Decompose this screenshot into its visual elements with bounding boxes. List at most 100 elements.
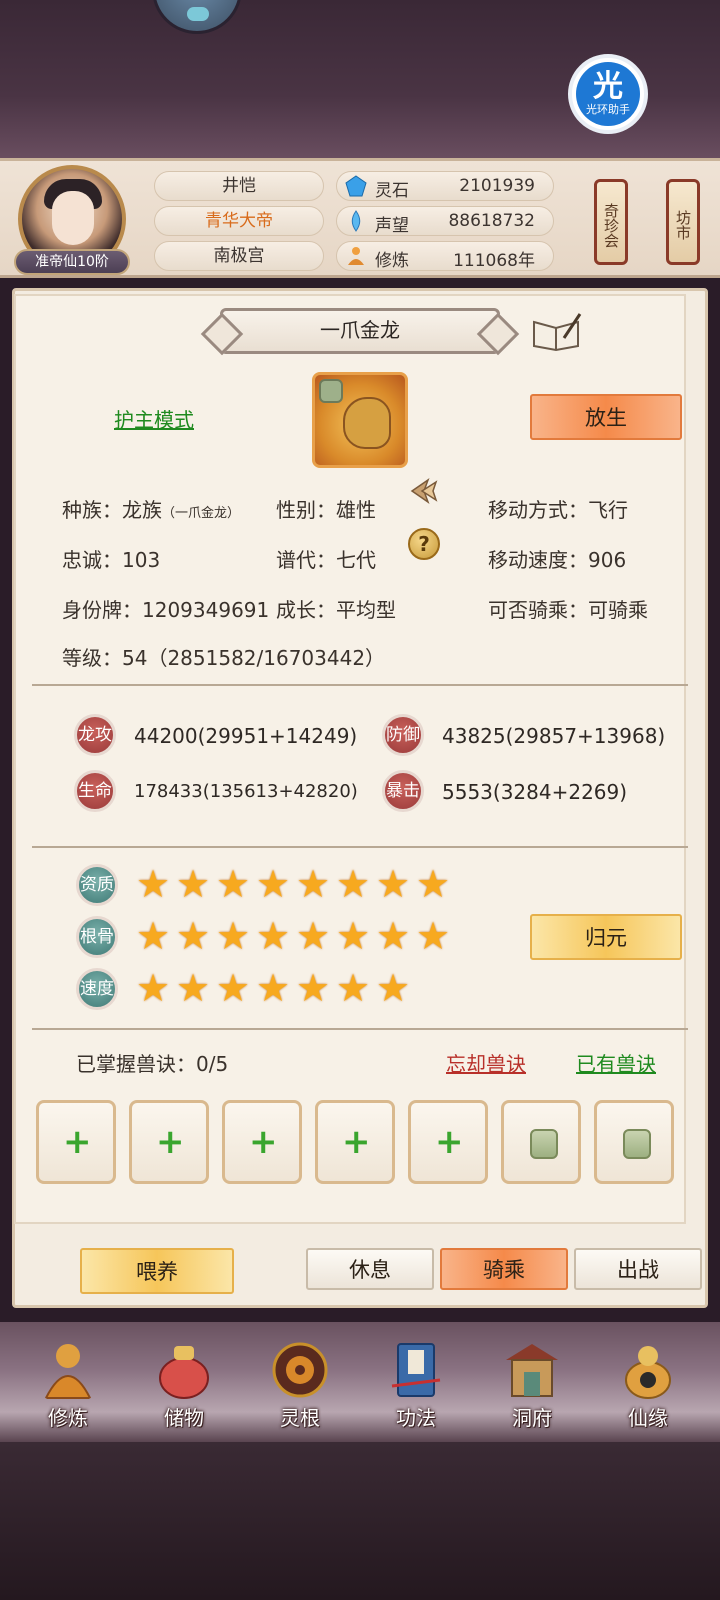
star-icon: ★ [416,914,451,958]
lock-icon [623,1129,651,1159]
technique-book-icon [391,1343,441,1397]
loyalty-label: 忠诚： [62,548,122,572]
nav-cultivate[interactable]: 修炼 [18,1336,118,1436]
reset-origin-button[interactable]: 归元 [530,914,682,960]
level-label: 等级： [62,646,122,670]
resource-label: 灵石 [375,181,409,201]
immortal-fate-icon [625,1346,671,1399]
feed-button[interactable]: 喂养 [80,1248,234,1294]
attack-badge: 龙攻 [74,714,116,756]
bottom-background [0,1442,720,1600]
star-icon: ★ [336,914,371,958]
rename-book-icon[interactable] [530,312,582,352]
lock-icon [530,1129,558,1159]
plus-icon: + [63,1122,92,1162]
cultivation-icon [348,247,364,265]
cave-dwelling-icon [506,1344,558,1397]
star-icon: ★ [416,862,451,906]
player-rank-badge: 准帝仙10阶 [14,249,130,275]
skill-slot-locked[interactable] [501,1100,581,1184]
plus-icon: + [249,1122,278,1162]
loyalty-value: 103 [122,548,161,572]
growth-label: 成长： [276,598,336,622]
life-badge: 生命 [74,770,116,812]
resource-label: 修炼 [375,251,409,271]
player-sect: 南极宫 [154,241,324,271]
level-value: 54（2851582/16703442） [122,646,386,670]
skill-slot-empty[interactable]: + [315,1100,395,1184]
star-icon: ★ [376,862,411,906]
gender-value: 雄性 [336,498,376,522]
ride-value: 可骑乘 [588,598,648,622]
plus-icon: + [342,1122,371,1162]
gender-stat: 性别：雄性 [276,494,376,523]
star-icon: ★ [176,966,211,1010]
star-icon: ★ [256,914,291,958]
nav-technique[interactable]: 功法 [366,1336,466,1436]
nav-label: 灵根 [280,1406,320,1430]
treasure-fair-button[interactable]: 奇珍会 [594,179,628,265]
market-button[interactable]: 坊市 [666,179,700,265]
aptitude-stars: ★ ★ ★ ★ ★ ★ ★ ★ [136,862,452,906]
spirit-stone-icon [345,175,367,197]
battle-button[interactable]: 出战 [574,1248,702,1290]
owned-skills-link[interactable]: 已有兽诀 [576,1048,656,1077]
cultivate-icon [44,1344,92,1399]
move-label: 移动方式： [488,498,588,522]
ride-label: 可否骑乘： [488,598,588,622]
nav-cave[interactable]: 洞府 [482,1336,582,1436]
skill-slot-locked[interactable] [594,1100,674,1184]
loyalty-stat: 忠诚：103 [62,544,160,573]
nav-label: 功法 [396,1406,436,1430]
race-sub: （一爪金龙） [162,506,241,521]
star-icon: ★ [176,914,211,958]
star-icon: ★ [136,966,171,1010]
star-icon: ★ [296,914,331,958]
gender-label: 性别： [276,498,336,522]
mastered-skills-label: 已掌握兽诀：0/5 [76,1052,229,1076]
nav-storage[interactable]: 储物 [134,1336,234,1436]
nav-spirit-root[interactable]: 灵根 [250,1336,350,1436]
skill-slot-empty[interactable]: + [408,1100,488,1184]
rest-button[interactable]: 休息 [306,1248,434,1290]
resource-prestige: 声望 88618732 [336,206,554,236]
id-value: 1209349691 [142,598,270,622]
attack-value: 44200(29951+14249) [134,724,358,748]
skill-slot-empty[interactable]: + [222,1100,302,1184]
guard-mode-link[interactable]: 护主模式 [114,404,194,433]
star-icon: ★ [296,862,331,906]
defense-badge: 防御 [382,714,424,756]
id-tag-stat: 身份牌：1209349691 [62,594,269,623]
star-icon: ★ [336,862,371,906]
helper-assistant-button[interactable]: 光 光环助手 [568,54,648,134]
divider [32,1028,688,1030]
bone-badge: 根骨 [76,916,118,958]
speed-label: 移动速度： [488,548,588,572]
id-label: 身份牌： [62,598,142,622]
rideable-stat: 可否骑乘：可骑乘 [488,594,648,623]
race-value: 龙族 [122,498,162,522]
skill-slot-empty[interactable]: + [129,1100,209,1184]
crit-badge: 暴击 [382,770,424,812]
gender-arrow-icon[interactable] [408,476,440,506]
nav-label: 仙缘 [628,1406,668,1430]
lock-icon [319,379,343,403]
nav-label: 洞府 [512,1406,552,1430]
player-header: 准帝仙10阶 井恺 青华大帝 南极宫 灵石 2101939 声望 8861873… [0,158,720,278]
pet-portrait[interactable] [312,372,408,468]
speed-badge: 速度 [76,968,118,1010]
crit-value: 5553(3284+2269) [442,780,628,804]
forget-skill-link[interactable]: 忘却兽诀 [446,1048,526,1077]
ride-button[interactable]: 骑乘 [440,1248,568,1290]
nav-label: 修炼 [48,1406,88,1430]
speed-value: 906 [588,548,627,572]
skill-slot-empty[interactable]: + [36,1100,116,1184]
help-question-icon[interactable]: ? [408,528,440,560]
release-button[interactable]: 放生 [530,394,682,440]
star-icon: ★ [216,914,251,958]
generation-label: 谱代： [276,548,336,572]
move-value: 飞行 [588,498,628,522]
level-stat: 等级：54（2851582/16703442） [62,642,385,671]
nav-immortal-fate[interactable]: 仙缘 [598,1336,698,1436]
divider [32,684,688,686]
